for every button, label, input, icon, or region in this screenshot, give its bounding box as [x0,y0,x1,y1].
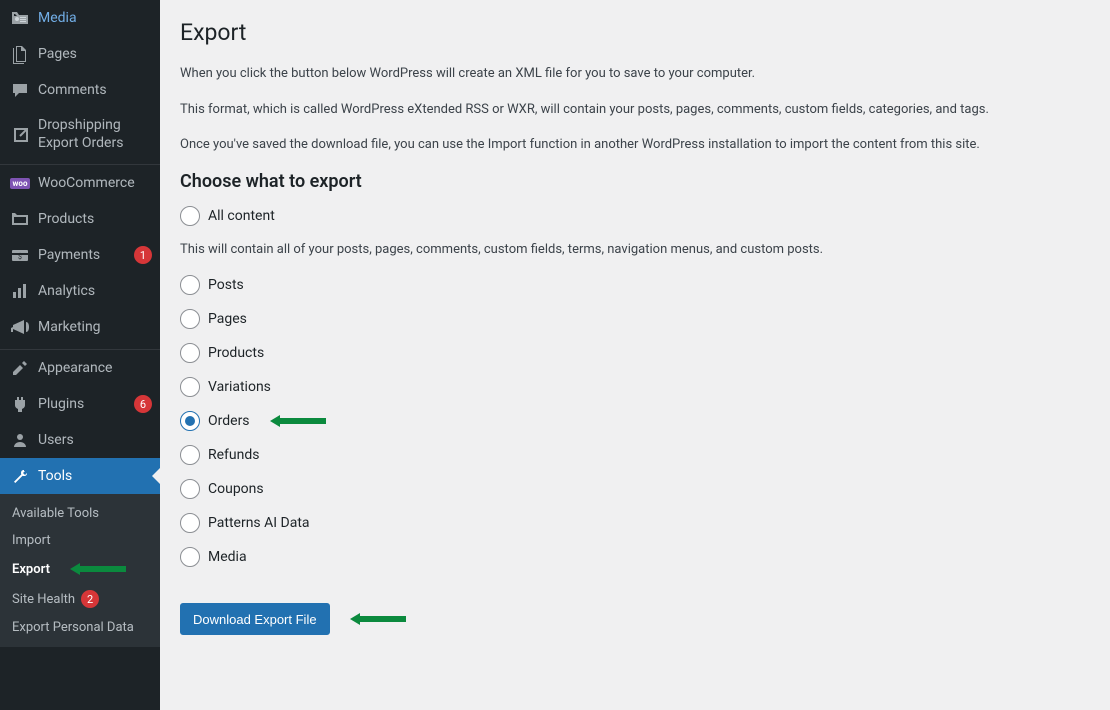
export-option-row: Orders [180,411,1090,431]
sidebar-item-dropshipping[interactable]: Dropshipping Export Orders [0,108,160,160]
badge-count: 2 [81,590,99,608]
svg-text:$: $ [18,253,22,261]
main-content: Export When you click the button below W… [160,0,1110,710]
sidebar-item-media[interactable]: Media [0,0,160,36]
sidebar-item-appearance[interactable]: Appearance [0,350,160,386]
export-option-row: Pages [180,309,1090,329]
submenu-export-personal-data[interactable]: Export Personal Data [0,614,160,641]
badge-count: 6 [134,395,152,413]
tools-icon [10,466,30,486]
radio-orders[interactable] [180,411,200,431]
radio-coupons[interactable] [180,479,200,499]
intro-text: This format, which is called WordPress e… [180,100,1090,120]
radio-label[interactable]: Pages [208,311,247,327]
radio-refunds[interactable] [180,445,200,465]
export-option-row: Coupons [180,479,1090,499]
marketing-icon [10,317,30,337]
tools-submenu: Available Tools Import Export Site Healt… [0,494,160,647]
submenu-label: Site Health [12,592,75,607]
menu-label: Plugins [38,395,130,413]
arrow-annotation-icon [268,412,328,430]
export-option-row: Media [180,547,1090,567]
menu-label: Marketing [38,318,152,336]
media-icon [10,8,30,28]
radio-media[interactable] [180,547,200,567]
badge-count: 1 [134,246,152,264]
export-option-row: Posts [180,275,1090,295]
woocommerce-icon: woo [10,173,30,193]
radio-label[interactable]: All content [208,208,275,224]
submenu-import[interactable]: Import [0,527,160,554]
menu-label: Appearance [38,359,152,377]
submenu-label: Import [12,533,51,548]
download-export-button[interactable]: Download Export File [180,603,330,635]
export-option-row: Patterns AI Data [180,513,1090,533]
export-option-row: Products [180,343,1090,363]
radio-variations[interactable] [180,377,200,397]
radio-label[interactable]: Refunds [208,447,260,463]
sidebar-item-tools[interactable]: Tools [0,458,160,494]
section-title: Choose what to export [180,171,1090,192]
radio-label[interactable]: Patterns AI Data [208,515,310,531]
appearance-icon [10,358,30,378]
payments-icon: $ [10,245,30,265]
plugins-icon [10,394,30,414]
submenu-label: Export Personal Data [12,620,134,635]
products-icon [10,209,30,229]
menu-label: Dropshipping Export Orders [38,116,152,152]
arrow-annotation-icon [68,560,128,578]
menu-label: Users [38,431,152,449]
submenu-available-tools[interactable]: Available Tools [0,500,160,527]
menu-label: Tools [38,467,152,485]
menu-label: Analytics [38,282,152,300]
sidebar-item-users[interactable]: Users [0,422,160,458]
menu-label: Media [38,9,152,27]
radio-label[interactable]: Media [208,549,247,565]
submenu-export[interactable]: Export [0,554,160,584]
sidebar-item-plugins[interactable]: Plugins 6 [0,386,160,422]
sidebar-item-payments[interactable]: $ Payments 1 [0,237,160,273]
radio-products[interactable] [180,343,200,363]
intro-text: When you click the button below WordPres… [180,64,1090,84]
sidebar-item-comments[interactable]: Comments [0,72,160,108]
pages-icon [10,44,30,64]
export-option-row: All content [180,206,1090,226]
radio-label[interactable]: Orders [208,413,250,429]
intro-text: Once you've saved the download file, you… [180,135,1090,155]
page-title: Export [180,10,1090,50]
users-icon [10,430,30,450]
submenu-site-health[interactable]: Site Health 2 [0,584,160,614]
arrow-annotation-icon [348,610,408,628]
radio-label[interactable]: Coupons [208,481,264,497]
radio-label[interactable]: Posts [208,277,244,293]
menu-label: Products [38,210,152,228]
menu-label: Payments [38,246,130,264]
export-icon [10,124,30,144]
analytics-icon [10,281,30,301]
sidebar-item-pages[interactable]: Pages [0,36,160,72]
radio-label[interactable]: Products [208,345,264,361]
submenu-label: Export [12,562,50,577]
sidebar-item-woocommerce[interactable]: woo WooCommerce [0,165,160,201]
all-content-description: This will contain all of your posts, pag… [180,240,1090,260]
export-option-row: Refunds [180,445,1090,465]
radio-label[interactable]: Variations [208,379,271,395]
sidebar-item-marketing[interactable]: Marketing [0,309,160,345]
comments-icon [10,80,30,100]
radio-all-content[interactable] [180,206,200,226]
menu-label: Comments [38,81,152,99]
radio-patterns-ai-data[interactable] [180,513,200,533]
sidebar-item-products[interactable]: Products [0,201,160,237]
export-option-row: Variations [180,377,1090,397]
sidebar-item-analytics[interactable]: Analytics [0,273,160,309]
menu-label: WooCommerce [38,174,152,192]
radio-posts[interactable] [180,275,200,295]
radio-pages[interactable] [180,309,200,329]
submenu-label: Available Tools [12,506,99,521]
admin-sidebar: Media Pages Comments Dropshipping Export… [0,0,160,710]
menu-label: Pages [38,45,152,63]
